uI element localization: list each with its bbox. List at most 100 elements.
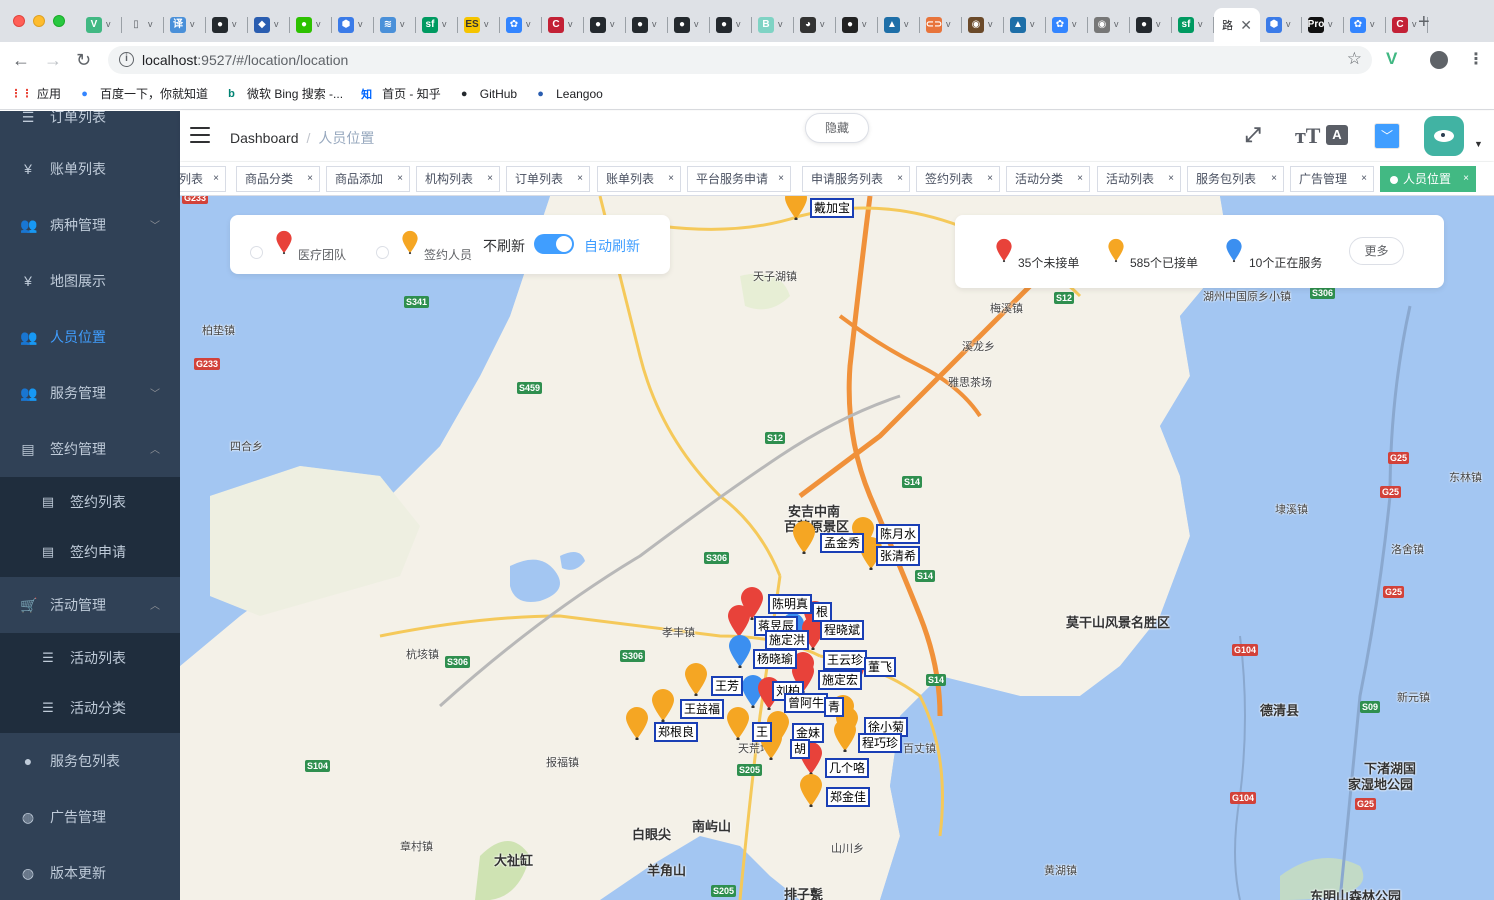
browser-tab[interactable]: Cv <box>542 8 584 42</box>
orange-pin-marker[interactable] <box>783 196 809 220</box>
person-name-label[interactable]: 曾阿牛 <box>784 693 829 713</box>
map-view[interactable]: 天子湖镇 梅溪镇 溪龙乡 雅思茶场 柏垫镇 四合乡 安吉中南 百草原景区 孝丰镇 杭垓镇 报福镇 章村… <box>180 196 1494 900</box>
window-zoom-button[interactable] <box>53 15 65 27</box>
theme-picker[interactable]: ﹀ <box>1374 123 1400 149</box>
tag-item[interactable]: 申请服务列表 × <box>802 166 910 192</box>
browser-tab[interactable]: ▲ v <box>1004 8 1046 42</box>
browser-tab-active[interactable]: 路 ✕ <box>1214 8 1260 42</box>
person-name-label[interactable]: 郑金佳 <box>826 787 871 807</box>
tag-close-icon[interactable]: × <box>1271 167 1277 191</box>
new-tab-button[interactable]: + <box>1418 12 1430 32</box>
vue-devtools-icon[interactable]: V <box>1386 49 1397 69</box>
browser-tab[interactable]: ◆ v <box>248 8 290 42</box>
tag-close-icon[interactable]: × <box>487 167 493 191</box>
size-select-icon[interactable]: тT <box>1295 123 1320 149</box>
orange-pin-marker[interactable] <box>650 688 676 722</box>
person-name-label[interactable]: 王芳 <box>711 676 744 696</box>
sidebar-subitem[interactable]: ☰ 活动分类 <box>0 683 180 733</box>
person-name-label[interactable]: 青 <box>824 697 845 717</box>
browser-tab[interactable]: ● v <box>290 8 332 42</box>
sidebar-item-4[interactable]: 👥 人员位置 <box>0 309 180 365</box>
auto-refresh-switch[interactable] <box>534 234 574 254</box>
tag-item[interactable]: 列表 × <box>180 166 226 192</box>
person-name-label[interactable]: 程巧珍 <box>858 733 903 753</box>
browser-tab[interactable]: ⬢ v <box>332 8 374 42</box>
more-button[interactable]: 更多 <box>1349 237 1404 265</box>
browser-tab[interactable]: ▲ v <box>878 8 920 42</box>
tag-item[interactable]: 平台服务申请 × <box>687 166 791 192</box>
tag-close-icon[interactable]: × <box>1361 167 1367 191</box>
close-tab-icon[interactable]: ✕ <box>1240 17 1252 34</box>
browser-tab[interactable]: ◉ v <box>962 8 1004 42</box>
sidebar-item-8[interactable]: ● 服务包列表 <box>0 733 180 789</box>
person-name-label[interactable]: 施定宏 <box>818 670 863 690</box>
browser-tab[interactable]: ● v <box>626 8 668 42</box>
sidebar-item-2[interactable]: 👥 病种管理 ﹀ <box>0 197 180 253</box>
tag-close-icon[interactable]: × <box>213 167 219 191</box>
orange-pin-marker[interactable] <box>832 718 858 752</box>
address-bar[interactable]: i localhost:9527/#/location/location ☆ <box>108 46 1372 74</box>
person-name-label[interactable]: 陈明真 <box>768 594 813 614</box>
bookmark-item[interactable]: ● GitHub <box>457 86 517 101</box>
tag-close-icon[interactable]: × <box>1168 167 1174 191</box>
breadcrumb-dashboard[interactable]: Dashboard <box>230 130 299 146</box>
tag-close-icon[interactable]: × <box>1463 167 1469 191</box>
tag-close-icon[interactable]: × <box>897 167 903 191</box>
browser-tab[interactable]: 译v <box>164 8 206 42</box>
person-name-label[interactable]: 王 <box>752 722 773 742</box>
avatar[interactable] <box>1424 116 1464 156</box>
person-name-label[interactable]: 程晓斌 <box>820 620 865 640</box>
orange-pin-marker[interactable] <box>683 662 709 696</box>
browser-tab[interactable]: ✿ v <box>500 8 542 42</box>
sidebar-item-0[interactable]: ☰ 订单列表 <box>0 111 180 145</box>
tag-item[interactable]: 商品添加 × <box>326 166 410 192</box>
person-name-label[interactable]: 董飞 <box>864 657 897 677</box>
sidebar-item-7[interactable]: 🛒 活动管理 ︿ <box>0 577 180 633</box>
browser-tab[interactable]: ✿ v <box>1046 8 1088 42</box>
person-name-label[interactable]: 王云珍 <box>823 650 868 670</box>
person-name-label[interactable]: 几个咯 <box>825 758 870 778</box>
tag-close-icon[interactable]: × <box>987 167 993 191</box>
language-icon[interactable]: A <box>1326 125 1348 145</box>
orange-pin-marker[interactable] <box>791 520 817 554</box>
profile-icon[interactable] <box>1430 51 1448 69</box>
tag-item[interactable]: 服务包列表 × <box>1187 166 1284 192</box>
tag-close-icon[interactable]: × <box>1077 167 1083 191</box>
reload-icon[interactable]: ↻ <box>76 50 91 70</box>
bookmark-star-icon[interactable]: ☆ <box>1347 49 1362 69</box>
browser-tab[interactable]: ● v <box>836 8 878 42</box>
tag-item[interactable]: 广告管理 × <box>1290 166 1374 192</box>
browser-tab[interactable]: ◕ v <box>794 8 836 42</box>
forward-icon[interactable]: → <box>44 50 62 70</box>
tag-item[interactable]: 商品分类 × <box>236 166 320 192</box>
tag-item[interactable]: 签约列表 × <box>916 166 1000 192</box>
person-name-label[interactable]: 郑根良 <box>654 722 699 742</box>
back-icon[interactable]: ← <box>12 50 30 70</box>
sidebar-subitem[interactable]: ▤ 签约申请 <box>0 527 180 577</box>
browser-tab[interactable]: ● v <box>710 8 752 42</box>
bookmark-item[interactable]: ● 百度一下，你就知道 <box>77 85 208 102</box>
tag-close-icon[interactable]: × <box>668 167 674 191</box>
hide-button[interactable]: 隐藏 <box>805 113 869 143</box>
sidebar-item-1[interactable]: ¥ 账单列表 <box>0 141 180 197</box>
browser-tab[interactable]: ≋ v <box>374 8 416 42</box>
browser-tab[interactable]: ◉ v <box>1088 8 1130 42</box>
browser-tab[interactable]: Pro v <box>1302 8 1344 42</box>
sidebar-item-6[interactable]: ▤ 签约管理 ︿ <box>0 421 180 477</box>
browser-tab[interactable]: sf v <box>416 8 458 42</box>
hamburger-icon[interactable] <box>190 127 210 143</box>
person-name-label[interactable]: 张清希 <box>876 546 921 566</box>
tag-item[interactable]: 人员位置 × <box>1380 166 1476 192</box>
bookmark-item[interactable]: ⋮⋮ 应用 <box>11 85 62 102</box>
bookmark-item[interactable]: b 微软 Bing 搜索 -... <box>224 85 343 102</box>
orange-pin-marker[interactable] <box>798 773 824 807</box>
bookmark-item[interactable]: ● Leangoo <box>533 86 603 101</box>
browser-tab[interactable]: ⬢ v <box>1260 8 1302 42</box>
browser-tab[interactable]: ● v <box>1130 8 1172 42</box>
person-name-label[interactable]: 根 <box>812 602 833 622</box>
sidebar-item-3[interactable]: ¥ 地图展示 <box>0 253 180 309</box>
person-name-label[interactable]: 王益福 <box>680 699 725 719</box>
browser-tab[interactable]: ES v <box>458 8 500 42</box>
browser-tab[interactable]: ✿ v <box>1344 8 1386 42</box>
caret-down-icon[interactable]: ▼ <box>1474 139 1483 149</box>
